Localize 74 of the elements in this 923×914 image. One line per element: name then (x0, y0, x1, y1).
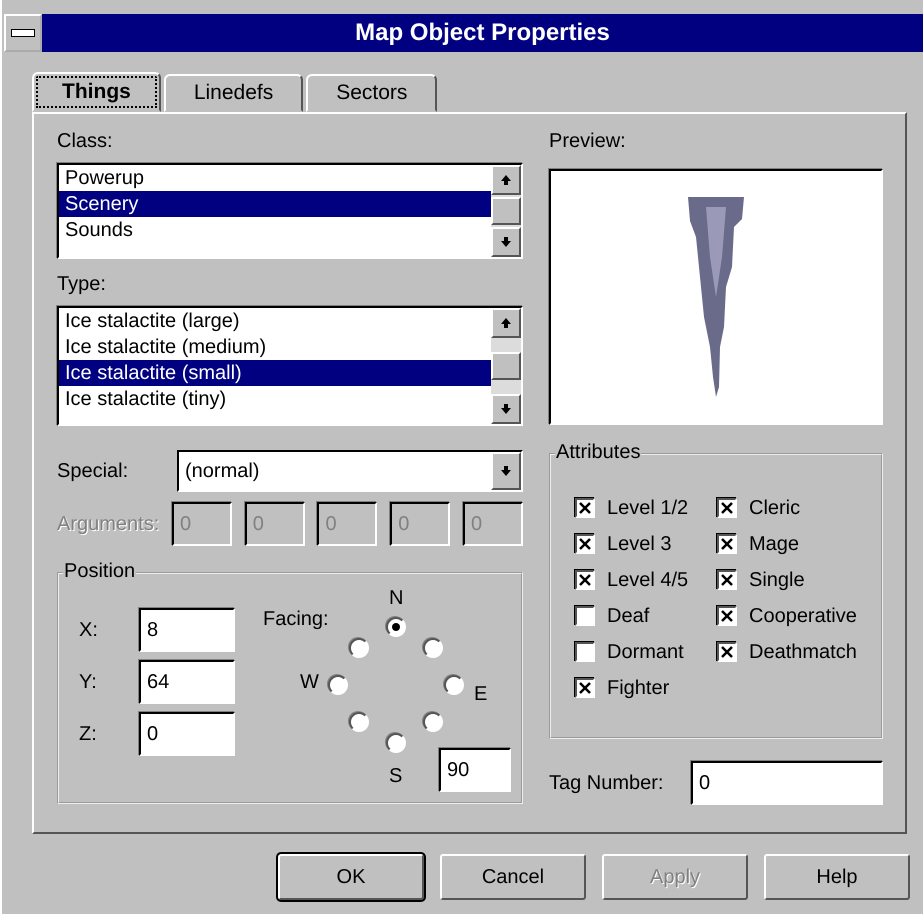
facing-radio[interactable] (444, 675, 464, 695)
compass-label: N (389, 587, 404, 610)
scroll-down-button[interactable] (491, 227, 521, 257)
checkbox-box[interactable] (575, 642, 595, 662)
checkbox[interactable]: Cleric (717, 495, 881, 521)
field-label: X: (79, 618, 99, 642)
down-arrow-icon (500, 465, 512, 477)
list-box[interactable]: Powerup Scenery Sounds (57, 163, 523, 259)
checkbox-box[interactable] (575, 534, 595, 554)
field-label: Special: (57, 460, 130, 482)
checkbox[interactable]: Level 3 (575, 531, 717, 557)
checkbox-box[interactable] (717, 642, 737, 662)
field-label: Arguments: (57, 512, 160, 536)
list-item[interactable]: Ice stalactite (small) (59, 360, 491, 386)
dialog-button[interactable]: Cancel (440, 854, 586, 900)
facing-radio[interactable] (328, 675, 348, 695)
angle-field[interactable]: 90 (439, 748, 511, 792)
compass-label: E (474, 683, 488, 706)
tab[interactable]: Things (32, 72, 161, 112)
checkbox-box[interactable] (717, 498, 737, 518)
checkbox-box[interactable] (717, 534, 737, 554)
dialog-button[interactable]: Help (764, 854, 910, 900)
checkbox[interactable]: Cooperative (717, 603, 881, 629)
checkbox-box[interactable] (575, 570, 595, 590)
dropdown-button[interactable] (491, 452, 521, 490)
down-arrow-icon (500, 403, 512, 415)
scroll-up-button[interactable] (491, 165, 521, 195)
coordinate-field[interactable]: 64 (139, 660, 235, 704)
field-label: Type: (57, 273, 107, 296)
checkbox-box[interactable] (575, 678, 595, 698)
facing-radio[interactable] (349, 712, 370, 732)
checkbox[interactable]: Level 4/5 (575, 567, 717, 593)
list-box[interactable]: Ice stalactite (large) Ice stalactite (medium) Ice stalactite (small) Ice stalactite (tiny) (57, 306, 523, 426)
up-arrow-icon (500, 174, 512, 186)
tab[interactable]: Sectors (306, 74, 438, 112)
compass-label: S (389, 765, 402, 788)
checkbox[interactable]: Fighter (575, 675, 717, 701)
checkbox[interactable]: Single (717, 567, 881, 593)
checkbox[interactable]: Deaf (575, 603, 717, 629)
facing-radio[interactable] (386, 733, 406, 753)
field-label: Facing: (263, 608, 329, 631)
field-label: Tag Number: (549, 772, 664, 794)
scroll-up-button[interactable] (491, 308, 521, 338)
tag-number-field[interactable]: 0 (691, 761, 883, 805)
checkbox-box[interactable] (717, 606, 737, 626)
checkbox-box[interactable] (717, 570, 737, 590)
system-menu-button[interactable] (4, 14, 42, 52)
special-dropdown[interactable]: (normal) (177, 450, 523, 492)
down-arrow-icon (500, 236, 512, 248)
compass-label: W (300, 671, 319, 694)
scroll-thumb[interactable] (491, 352, 521, 380)
facing-radio[interactable] (349, 638, 370, 658)
field-label: Z: (79, 722, 98, 746)
field-label: Y: (79, 670, 98, 694)
field-label: Class: (57, 130, 114, 153)
coordinate-field[interactable]: 0 (139, 712, 235, 756)
facing-radio[interactable] (386, 617, 406, 637)
dialog-button[interactable]: OK (278, 854, 424, 900)
tab[interactable]: Linedefs (164, 74, 304, 112)
scroll-thumb[interactable] (491, 197, 521, 225)
scroll-down-button[interactable] (491, 394, 521, 424)
checkbox-box[interactable] (575, 606, 595, 626)
window-title: Map Object Properties (354, 19, 611, 47)
checkbox[interactable]: Dormant (575, 639, 717, 665)
checkbox-box[interactable] (575, 498, 595, 518)
facing-radio[interactable] (422, 638, 443, 658)
up-arrow-icon (500, 317, 512, 329)
checkbox[interactable]: Deathmatch (717, 639, 881, 665)
checkbox[interactable]: Mage (717, 531, 881, 557)
checkbox[interactable]: Level 1/2 (575, 495, 717, 521)
list-item[interactable]: Scenery (59, 191, 491, 217)
coordinate-field[interactable]: 8 (139, 608, 235, 652)
facing-radio[interactable] (422, 712, 443, 732)
field-label: Preview: (549, 130, 627, 153)
